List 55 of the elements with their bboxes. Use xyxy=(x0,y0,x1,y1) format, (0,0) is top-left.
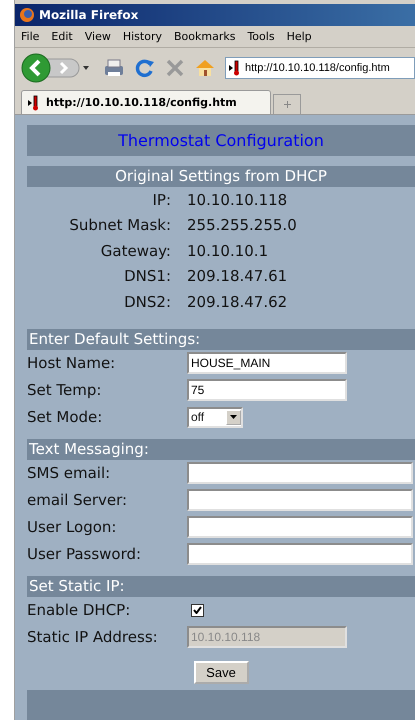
info-value: 10.10.10.1 xyxy=(187,242,268,260)
browser-tab[interactable]: http://10.10.10.118/config.htm xyxy=(21,90,271,114)
text-field[interactable]: 75 xyxy=(187,379,347,401)
thermometer-icon xyxy=(28,94,40,110)
info-label: DNS1: xyxy=(123,267,171,286)
home-icon xyxy=(195,58,215,78)
section-heading: Original Settings from DHCP xyxy=(27,166,415,187)
window-title: Mozilla Firefox xyxy=(39,8,138,22)
menu-item[interactable]: File xyxy=(21,30,40,43)
menu-item[interactable]: Edit xyxy=(51,30,73,43)
plus-icon xyxy=(284,101,290,108)
info-label: Subnet Mask: xyxy=(68,216,171,234)
menu-item[interactable]: Tools xyxy=(247,30,275,43)
info-value: 10.10.10.118 xyxy=(187,190,288,209)
text-field[interactable] xyxy=(187,516,413,538)
checkbox[interactable] xyxy=(191,604,204,616)
text-field[interactable] xyxy=(187,462,413,484)
field-label: User Logon: xyxy=(27,518,118,536)
menu-item[interactable]: Help xyxy=(286,30,312,43)
dropdown-arrow-icon xyxy=(230,415,237,419)
checkmark-icon xyxy=(193,606,202,614)
mode-dropdown[interactable]: off xyxy=(187,406,243,428)
reload-icon xyxy=(135,58,155,78)
menu-item[interactable]: Bookmarks xyxy=(174,30,236,43)
save-button[interactable]: Save xyxy=(194,660,248,684)
info-value: 209.18.47.62 xyxy=(187,292,288,311)
field-label: Host Name: xyxy=(27,354,116,372)
printer-icon xyxy=(103,58,125,78)
close-icon xyxy=(165,58,185,78)
field-label: User Password: xyxy=(27,545,142,563)
field-label: Set Temp: xyxy=(27,381,102,399)
new-tab-button[interactable] xyxy=(273,94,301,114)
thermometer-icon xyxy=(229,60,241,76)
text-field[interactable] xyxy=(187,489,413,511)
text-field[interactable] xyxy=(187,543,413,565)
section-heading: Text Messaging: xyxy=(27,438,415,460)
menu-item[interactable]: History xyxy=(122,30,162,43)
field-label: SMS email: xyxy=(27,464,112,482)
field-label: email Server: xyxy=(27,491,128,509)
globe-icon xyxy=(19,7,35,23)
info-value: 255.255.255.0 xyxy=(187,216,297,234)
info-value: 209.18.47.61 xyxy=(187,267,288,286)
page-title: Thermostat Configuration xyxy=(27,125,415,156)
info-label: IP: xyxy=(151,190,171,209)
menu-item[interactable]: View xyxy=(84,30,111,43)
field-label: Set Mode: xyxy=(27,408,104,426)
address-text: http://10.10.10.118/config.htm xyxy=(245,62,390,74)
field-label: Enable DHCP: xyxy=(27,601,132,619)
section-heading: Set Static IP: xyxy=(27,576,415,596)
text-field[interactable]: HOUSE_MAIN xyxy=(187,352,347,374)
info-label: Gateway: xyxy=(100,242,171,260)
info-label: DNS2: xyxy=(123,292,171,311)
field-label: Static IP Address: xyxy=(27,628,159,646)
address-field[interactable]: http://10.10.10.118/config.htm xyxy=(225,57,415,79)
section-heading: Enter Default Settings: xyxy=(27,328,415,350)
